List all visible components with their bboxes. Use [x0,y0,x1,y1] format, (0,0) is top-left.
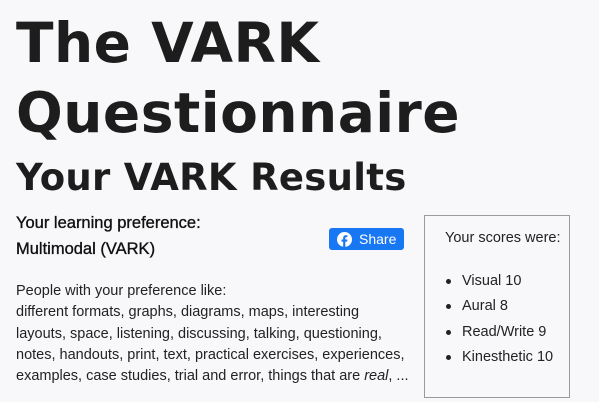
learning-preference-label: Your learning preference: [16,214,201,232]
scores-list: Visual 10 Aural 8 Read/Write 9 Kinesthet… [445,269,553,370]
learning-preference-value: Multimodal (VARK) [16,240,156,258]
page-title-line-2: Questionnaire [16,81,461,145]
facebook-icon [337,231,352,247]
description-ending: , ... [388,368,409,385]
results-heading: Your VARK Results [16,156,407,199]
score-item-visual: Visual 10 [445,269,553,294]
page-title: The VARK Questionnaire [16,8,460,148]
scores-title: Your scores were: [445,230,561,246]
description-body: different formats, graphs, diagrams, map… [16,302,412,387]
scores-panel: Your scores were: Visual 10 Aural 8 Read… [424,215,570,398]
description-text: different formats, graphs, diagrams, map… [16,304,405,385]
description-italic: real [364,368,389,385]
share-label: Share [359,231,397,247]
preference-description: People with your preference like: differ… [16,281,412,387]
facebook-share-button[interactable]: Share [329,228,404,250]
score-item-kinesthetic: Kinesthetic 10 [445,345,553,370]
score-item-read-write: Read/Write 9 [445,320,553,345]
results-page: The VARK Questionnaire Your VARK Results… [0,0,599,402]
score-item-aural: Aural 8 [445,294,553,319]
description-intro: People with your preference like: [16,283,227,299]
page-title-line-1: The VARK [16,11,320,75]
